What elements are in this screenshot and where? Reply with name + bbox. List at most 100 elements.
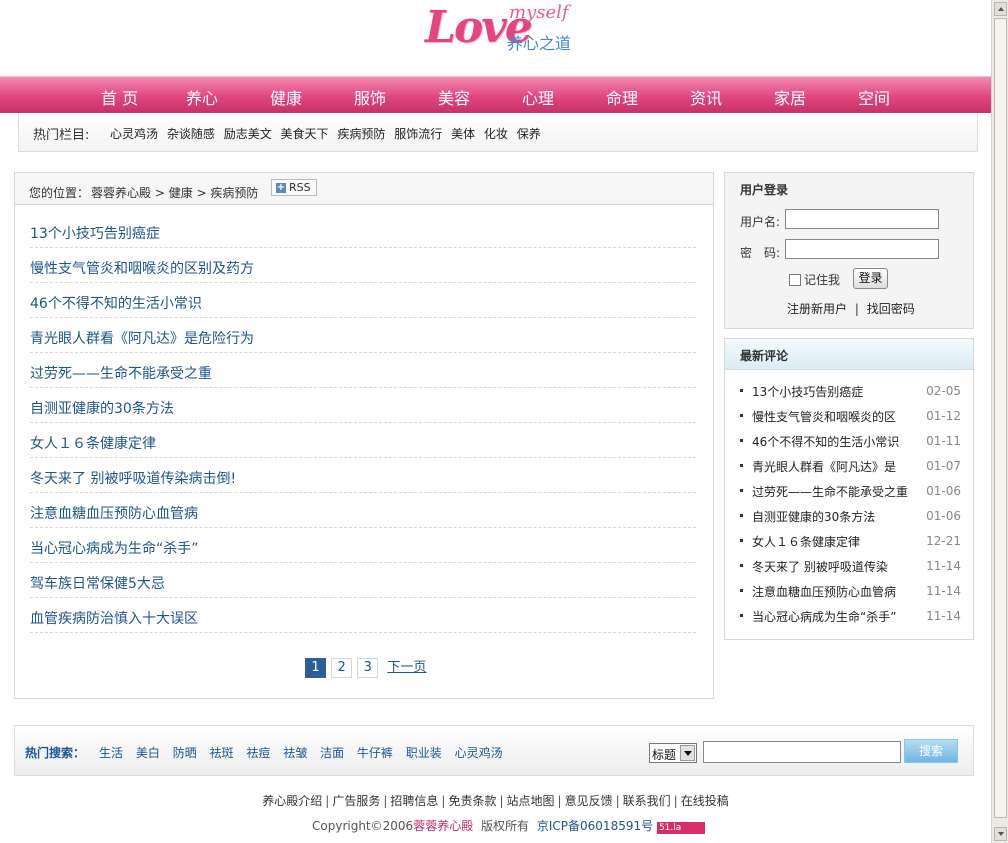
hot-keyword[interactable]: 心灵鸡汤	[455, 746, 503, 760]
hot-link[interactable]: 化妆	[484, 127, 508, 141]
hot-keyword[interactable]: 美白	[136, 746, 160, 760]
article-link[interactable]: 过劳死——生命不能承受之重	[30, 366, 212, 382]
nav-home[interactable]: 首 页	[101, 85, 138, 109]
comment-link[interactable]: 当心冠心病成为生命“杀手”	[752, 608, 910, 625]
copyright-site-link[interactable]: 蓉蓉养心殿	[413, 819, 473, 833]
comment-item[interactable]: 冬天来了 别被呼吸道传染 11-14	[739, 558, 961, 583]
article-link[interactable]: 血管疾病防治慎入十大误区	[30, 611, 198, 627]
hot-link[interactable]: 励志美文	[224, 127, 272, 141]
login-box: 用户登录 用户名: 密 码: 记住我 登录 注册新用户 | 找回密码	[724, 172, 974, 329]
footer-link[interactable]: 招聘信息	[390, 794, 438, 808]
stats-badge[interactable]: 51.la	[656, 822, 705, 834]
nav-health[interactable]: 健康	[270, 85, 302, 109]
footer-link[interactable]: 联系我们	[623, 794, 671, 808]
article-link[interactable]: 13个小技巧告别癌症	[30, 226, 160, 242]
article-list-panel: 您的位置：蓉蓉养心殿 > 健康 > 疾病预防 RSS 13个小技巧告别癌症 慢性…	[14, 172, 714, 699]
breadcrumb-item[interactable]: > 健康	[155, 186, 193, 200]
comment-link[interactable]: 冬天来了 别被呼吸道传染	[752, 558, 910, 575]
scroll-down-arrow-icon[interactable]	[994, 827, 1007, 841]
hot-link[interactable]: 美食天下	[281, 127, 329, 141]
hot-link[interactable]: 保养	[517, 127, 541, 141]
hot-link[interactable]: 心灵鸡汤	[110, 127, 158, 141]
footer-link[interactable]: 站点地图	[507, 794, 555, 808]
nav-beauty[interactable]: 美容	[438, 85, 470, 109]
hot-link[interactable]: 疾病预防	[337, 127, 385, 141]
rss-button[interactable]: RSS	[271, 179, 317, 196]
hot-link[interactable]: 美体	[451, 127, 475, 141]
hot-keyword[interactable]: 职业装	[406, 746, 442, 760]
vertical-scrollbar[interactable]	[991, 0, 1008, 843]
article-link[interactable]: 46个不得不知的生活小常识	[30, 296, 202, 312]
next-page-link[interactable]: 下一页	[387, 660, 426, 675]
article-link[interactable]: 自测亚健康的30条方法	[30, 401, 174, 417]
page-2-button[interactable]: 2	[331, 658, 353, 678]
comment-item[interactable]: 46个不得不知的生活小常识 01-11	[739, 433, 961, 458]
register-link[interactable]: 注册新用户	[787, 302, 847, 316]
comment-link[interactable]: 过劳死——生命不能承受之重	[752, 483, 910, 500]
copyright-rights: 版权所有	[481, 819, 530, 833]
hot-keyword[interactable]: 祛斑	[210, 746, 234, 760]
hot-keyword[interactable]: 防晒	[173, 746, 197, 760]
comment-item[interactable]: 过劳死——生命不能承受之重 01-06	[739, 483, 961, 508]
scroll-up-arrow-icon[interactable]	[994, 2, 1007, 16]
comment-item[interactable]: 自测亚健康的30条方法 01-06	[739, 508, 961, 533]
page-1-button[interactable]: 1	[305, 658, 326, 678]
remember-me[interactable]: 记住我	[789, 271, 840, 288]
hot-keyword[interactable]: 祛痘	[246, 746, 270, 760]
footer-link[interactable]: 养心殿介绍	[262, 794, 322, 808]
remember-checkbox[interactable]	[789, 274, 801, 286]
breadcrumb-item[interactable]: 蓉蓉养心殿	[91, 186, 151, 200]
comment-item[interactable]: 女人１６条健康定律 12-21	[739, 533, 961, 558]
hot-keyword[interactable]: 祛皱	[283, 746, 307, 760]
page-3-button[interactable]: 3	[357, 658, 379, 678]
footer-link[interactable]: 意见反馈	[565, 794, 613, 808]
hot-keyword[interactable]: 生活	[99, 746, 123, 760]
login-button[interactable]: 登录	[853, 268, 888, 289]
comment-item[interactable]: 注意血糖血压预防心血管病 11-14	[739, 583, 961, 608]
comment-link[interactable]: 慢性支气管炎和咽喉炎的区	[752, 408, 910, 425]
footer-link[interactable]: 免责条款	[448, 794, 496, 808]
comment-link[interactable]: 13个小技巧告别癌症	[752, 383, 910, 400]
site-logo[interactable]: Love myself 养心之道	[425, 2, 575, 58]
article-link[interactable]: 冬天来了 别被呼吸道传染病击倒!	[30, 471, 236, 487]
comment-link[interactable]: 46个不得不知的生活小常识	[752, 433, 910, 450]
comment-item[interactable]: 13个小技巧告别癌症 02-05	[739, 383, 961, 408]
search-field-select[interactable]: 标题	[649, 743, 697, 763]
icp-link[interactable]: 京ICP备06018591号	[537, 819, 653, 833]
nav-fashion[interactable]: 服饰	[354, 85, 386, 109]
comment-link[interactable]: 自测亚健康的30条方法	[752, 508, 910, 525]
username-input[interactable]	[785, 209, 939, 229]
breadcrumb-item[interactable]: > 疾病预防	[197, 186, 259, 200]
nav-space[interactable]: 空间	[858, 85, 890, 109]
scroll-thumb[interactable]	[994, 18, 1007, 818]
hot-link[interactable]: 杂谈随感	[167, 127, 215, 141]
article-link[interactable]: 慢性支气管炎和咽喉炎的区别及药方	[30, 261, 254, 277]
nav-psychology[interactable]: 心理	[522, 85, 554, 109]
comment-item[interactable]: 当心冠心病成为生命“杀手” 11-14	[739, 608, 961, 633]
article-link[interactable]: 当心冠心病成为生命“杀手”	[30, 541, 199, 557]
login-links-separator: |	[854, 302, 859, 316]
footer-link[interactable]: 在线投稿	[681, 794, 729, 808]
article-link[interactable]: 青光眼人群看《阿凡达》是危险行为	[30, 331, 254, 347]
search-button[interactable]: 搜索	[904, 739, 958, 763]
comment-link[interactable]: 女人１６条健康定律	[752, 533, 910, 550]
nav-yangxin[interactable]: 养心	[186, 85, 218, 109]
nav-fortune[interactable]: 命理	[606, 85, 638, 109]
password-input[interactable]	[785, 239, 939, 259]
hot-link[interactable]: 服饰流行	[394, 127, 442, 141]
comment-link[interactable]: 青光眼人群看《阿凡达》是	[752, 458, 910, 475]
article-link[interactable]: 驾车族日常保健5大忌	[30, 576, 165, 592]
nav-home-living[interactable]: 家居	[774, 85, 806, 109]
comment-item[interactable]: 青光眼人群看《阿凡达》是 01-07	[739, 458, 961, 483]
search-input[interactable]	[703, 741, 901, 763]
footer-link[interactable]: 广告服务	[332, 794, 380, 808]
chevron-down-icon[interactable]	[680, 745, 695, 761]
comment-link[interactable]: 注意血糖血压预防心血管病	[752, 583, 910, 600]
comment-item[interactable]: 慢性支气管炎和咽喉炎的区 01-12	[739, 408, 961, 433]
article-link[interactable]: 注意血糖血压预防心血管病	[30, 506, 198, 522]
hot-keyword[interactable]: 牛仔裤	[357, 746, 393, 760]
hot-keyword[interactable]: 洁面	[320, 746, 344, 760]
article-link[interactable]: 女人１６条健康定律	[30, 436, 156, 452]
forgot-password-link[interactable]: 找回密码	[867, 302, 915, 316]
nav-news[interactable]: 资讯	[690, 85, 722, 109]
